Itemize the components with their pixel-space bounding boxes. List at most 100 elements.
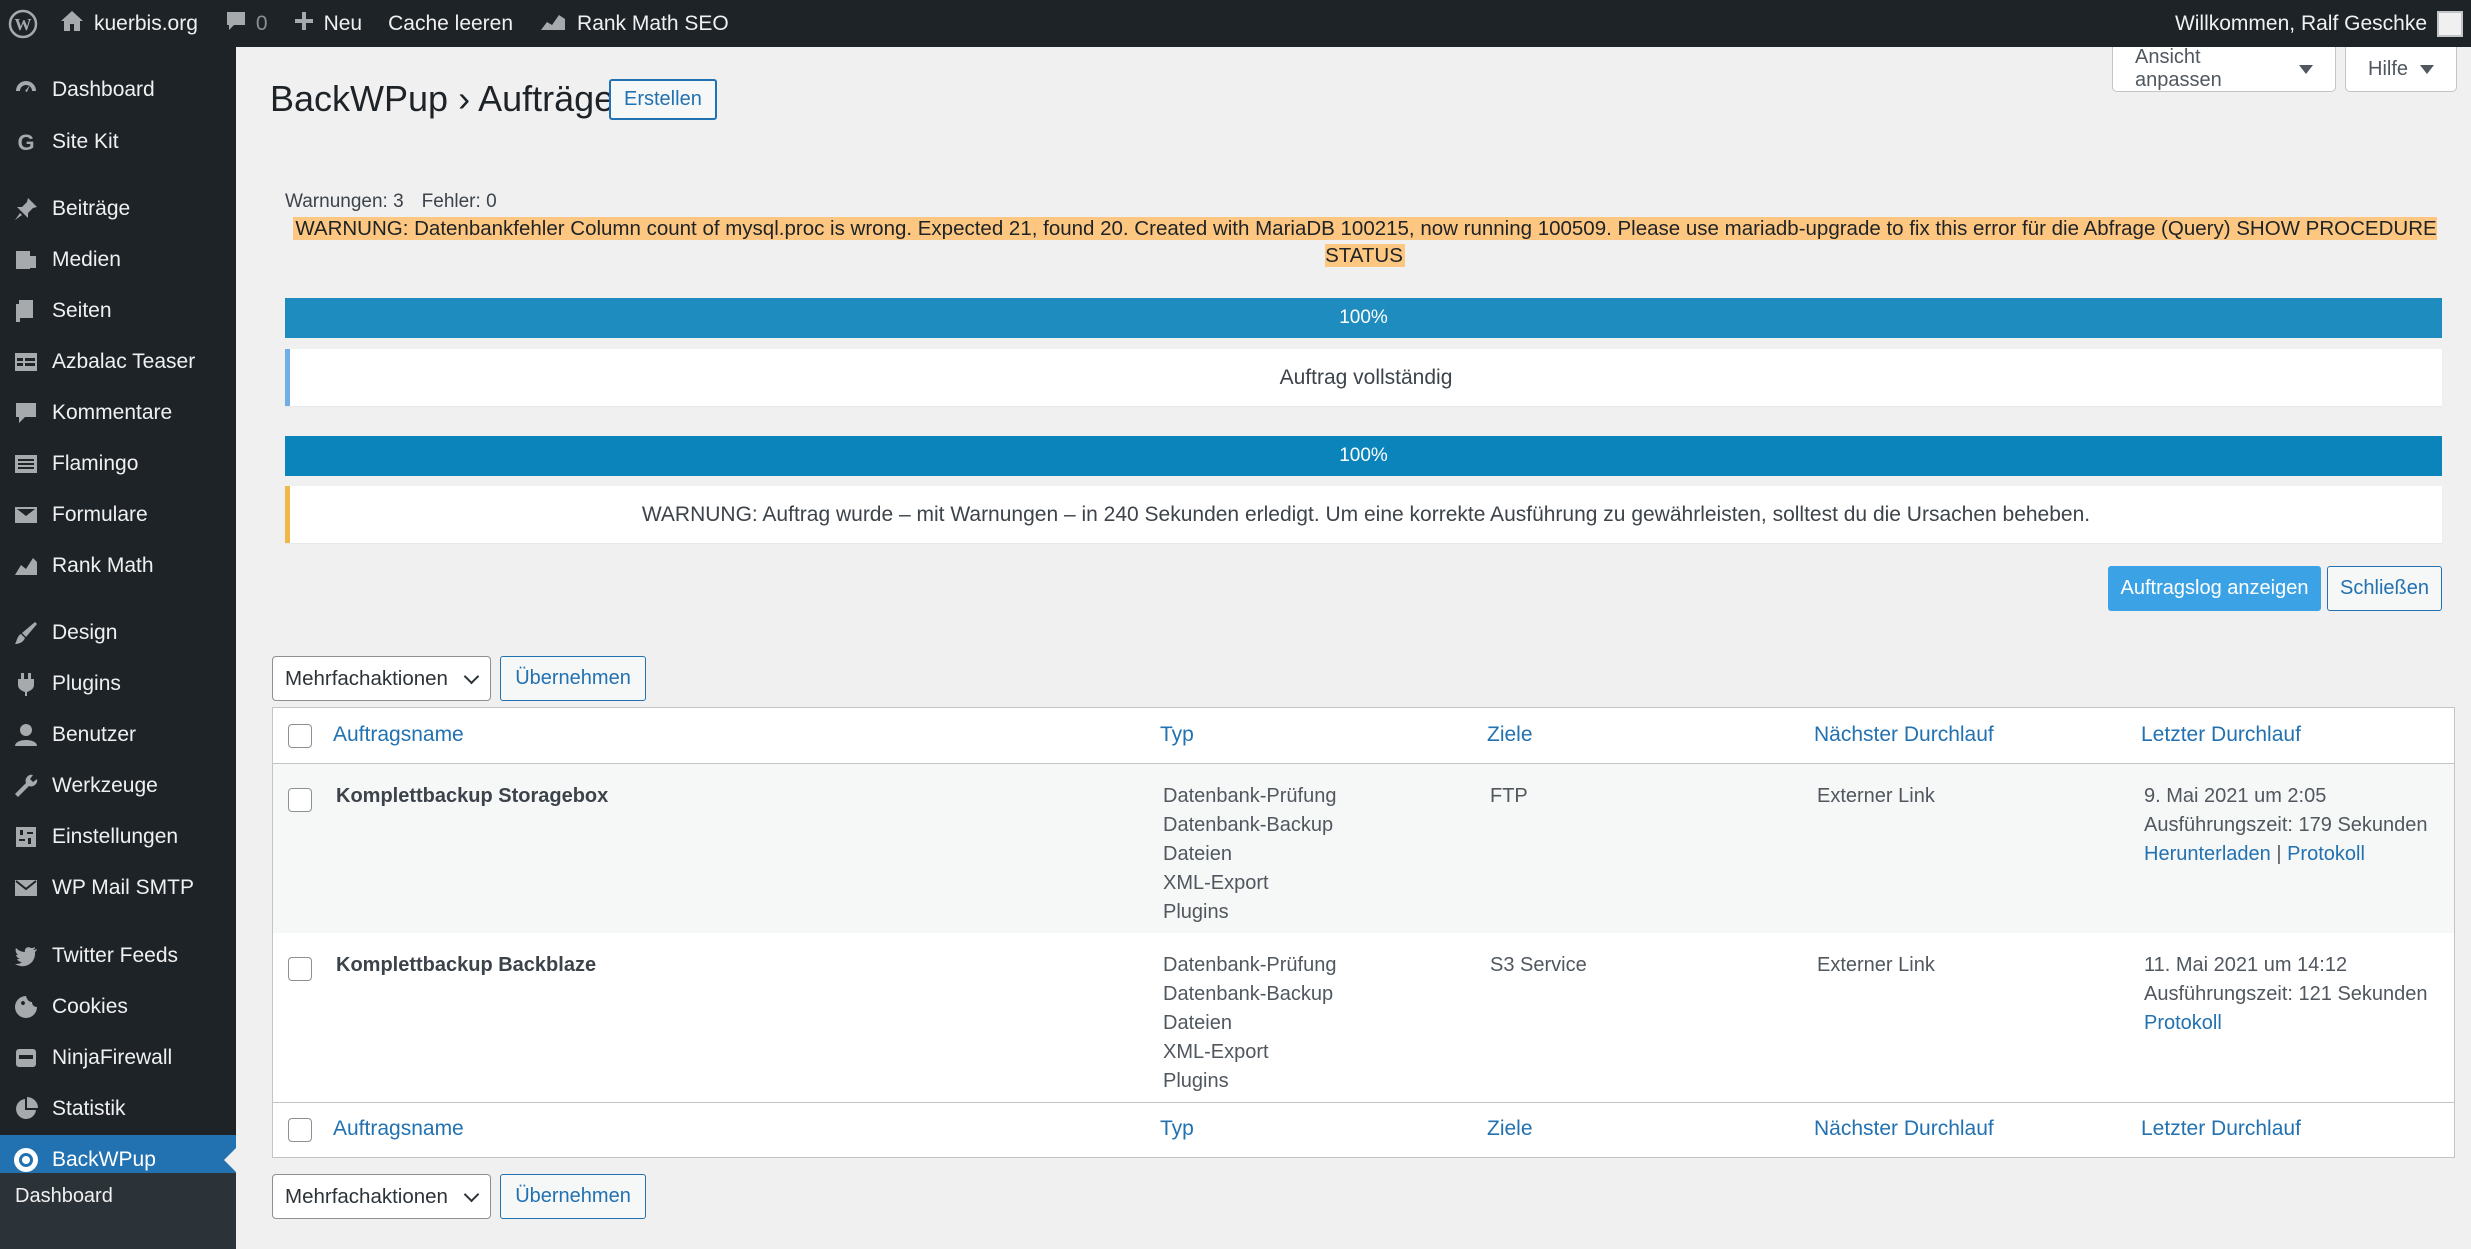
sidebar-item-flamingo[interactable]: Flamingo — [0, 439, 236, 489]
avatar — [2437, 10, 2463, 37]
select-all-checkbox[interactable] — [288, 724, 312, 748]
last-run: 9. Mai 2021 um 2:05 Ausführungszeit: 179… — [2144, 782, 2428, 869]
error-count: Fehler: 0 — [421, 191, 497, 212]
sidebar-item-label: Benutzer — [52, 723, 137, 746]
screen-options-button[interactable]: Ansicht anpassen — [2112, 46, 2336, 92]
bulk-actions-select[interactable]: Mehrfachaktionen — [272, 656, 491, 701]
backwpup-icon — [10, 1144, 42, 1176]
rank-math-label: Rank Math SEO — [577, 11, 729, 35]
sidebar-item-label: Plugins — [52, 672, 121, 695]
runtime: Ausführungszeit: 121 Sekunden — [2144, 983, 2428, 1005]
apply-button[interactable]: Übernehmen — [500, 1174, 646, 1219]
sidebar-item-beiträge[interactable]: Beiträge — [0, 184, 236, 234]
submenu-item-dashboard[interactable]: Dashboard — [15, 1185, 113, 1208]
comment-icon — [10, 397, 42, 429]
sidebar-item-label: Twitter Feeds — [52, 944, 179, 967]
sidebar-item-label: Statistik — [52, 1097, 126, 1120]
sidebar-item-ninjafirewall[interactable]: NinjaFirewall — [0, 1033, 236, 1083]
sidebar-item-plugins[interactable]: Plugins — [0, 659, 236, 709]
job-complete-notice: Auftrag vollständig — [285, 349, 2442, 406]
column-header-name[interactable]: Auftragsname — [333, 1117, 464, 1141]
warning-counts: Warnungen: 3 Fehler: 0 — [285, 191, 515, 213]
sidebar-item-azbalac-teaser[interactable]: Azbalac Teaser — [0, 337, 236, 387]
column-header-type[interactable]: Typ — [1160, 723, 1194, 747]
ninja-icon — [10, 1042, 42, 1074]
sidebar-item-wp-mail-smtp[interactable]: WP Mail SMTP — [0, 863, 236, 913]
sidebar-item-rank-math[interactable]: Rank Math — [0, 541, 236, 591]
column-header-next-run[interactable]: Nächster Durchlauf — [1814, 723, 1994, 747]
progress-percent: 100% — [1339, 307, 1388, 328]
sidebar-item-twitter-feeds[interactable]: Twitter Feeds — [0, 931, 236, 981]
show-log-button[interactable]: Auftragslog anzeigen — [2108, 566, 2321, 611]
last-run: 11. Mai 2021 um 14:12 Ausführungszeit: 1… — [2144, 951, 2428, 1038]
my-account-menu[interactable]: Willkommen, Ralf Geschke — [2162, 0, 2471, 47]
wordpress-logo-icon[interactable]: W — [0, 0, 48, 47]
apply-button[interactable]: Übernehmen — [500, 656, 646, 701]
log-link[interactable]: Protokoll — [2144, 1012, 2222, 1034]
close-button[interactable]: Schließen — [2327, 566, 2442, 611]
column-header-last-run[interactable]: Letzter Durchlauf — [2141, 1117, 2301, 1141]
new-label: Neu — [323, 11, 363, 35]
new-content-menu[interactable]: Neu — [281, 0, 376, 47]
pie-icon — [10, 1093, 42, 1125]
notice-text: Auftrag vollständig — [1279, 365, 1453, 389]
type-item: Plugins — [1163, 1070, 1229, 1092]
sidebar-item-label: Site Kit — [52, 130, 119, 153]
job-target: S3 Service — [1490, 954, 1587, 976]
sidebar-item-seiten[interactable]: Seiten — [0, 286, 236, 336]
sidebar-item-label: Cookies — [52, 995, 128, 1018]
sidebar-item-cookies[interactable]: Cookies — [0, 982, 236, 1032]
sidebar-item-design[interactable]: Design — [0, 608, 236, 658]
job-name[interactable]: Komplettbackup Storagebox — [336, 782, 608, 811]
type-item: XML-Export — [1163, 872, 1269, 894]
column-header-name[interactable]: Auftragsname — [333, 723, 464, 747]
comments-link[interactable]: 0 — [211, 0, 281, 47]
list-icon — [10, 448, 42, 480]
caret-down-icon — [2420, 64, 2435, 74]
job-name[interactable]: Komplettbackup Backblaze — [336, 951, 596, 980]
bulk-actions-select[interactable]: Mehrfachaktionen — [272, 1174, 491, 1219]
column-header-next-run[interactable]: Nächster Durchlauf — [1814, 1117, 1994, 1141]
column-header-last-run[interactable]: Letzter Durchlauf — [2141, 723, 2301, 747]
chevron-down-icon — [463, 1186, 480, 1203]
rank-math-menu[interactable]: Rank Math SEO — [526, 0, 742, 47]
sidebar-item-dashboard[interactable]: Dashboard — [0, 65, 236, 115]
progress-percent: 100% — [1339, 445, 1388, 466]
sidebar-item-statistik[interactable]: Statistik — [0, 1084, 236, 1134]
sidebar-item-einstellungen[interactable]: Einstellungen — [0, 812, 236, 862]
media-icon — [10, 244, 42, 276]
column-header-targets[interactable]: Ziele — [1487, 723, 1533, 747]
warning-message: WARNUNG: Datenbankfehler Column count of… — [285, 215, 2445, 269]
column-header-targets[interactable]: Ziele — [1487, 1117, 1533, 1141]
create-job-button[interactable]: Erstellen — [609, 79, 717, 120]
sidebar-item-site-kit[interactable]: G Site Kit — [0, 117, 236, 167]
runtime: Ausführungszeit: 179 Sekunden — [2144, 814, 2428, 836]
sidebar-item-label: Design — [52, 621, 118, 644]
cache-clear-link[interactable]: Cache leeren — [375, 0, 526, 47]
user-icon — [10, 719, 42, 751]
column-header-type[interactable]: Typ — [1160, 1117, 1194, 1141]
type-item: Datenbank-Prüfung — [1163, 954, 1337, 976]
cookie-icon — [10, 991, 42, 1023]
help-label: Hilfe — [2368, 57, 2409, 80]
cache-label: Cache leeren — [388, 11, 514, 35]
sidebar-item-benutzer[interactable]: Benutzer — [0, 710, 236, 760]
twitter-icon — [10, 940, 42, 972]
sidebar-item-medien[interactable]: Medien — [0, 235, 236, 285]
select-all-checkbox[interactable] — [288, 1118, 312, 1142]
download-link[interactable]: Herunterladen — [2144, 843, 2271, 865]
row-checkbox[interactable] — [288, 788, 312, 812]
backwpup-submenu: Dashboard — [0, 1173, 236, 1249]
help-button[interactable]: Hilfe — [2345, 47, 2457, 92]
sidebar-item-label: BackWPup — [52, 1148, 156, 1171]
table-row: Komplettbackup Backblaze Datenbank-Prüfu… — [273, 933, 2454, 1102]
sidebar-item-werkzeuge[interactable]: Werkzeuge — [0, 761, 236, 811]
bulk-actions-label: Mehrfachaktionen — [285, 1184, 448, 1208]
sidebar-item-kommentare[interactable]: Kommentare — [0, 388, 236, 438]
sidebar-item-formulare[interactable]: Formulare — [0, 490, 236, 540]
jobs-table: Auftragsname Typ Ziele Nächster Durchlau… — [272, 707, 2455, 1158]
type-item: Dateien — [1163, 843, 1232, 865]
row-checkbox[interactable] — [288, 957, 312, 981]
site-name-link[interactable]: kuerbis.org — [48, 0, 211, 47]
log-link[interactable]: Protokoll — [2287, 843, 2365, 865]
